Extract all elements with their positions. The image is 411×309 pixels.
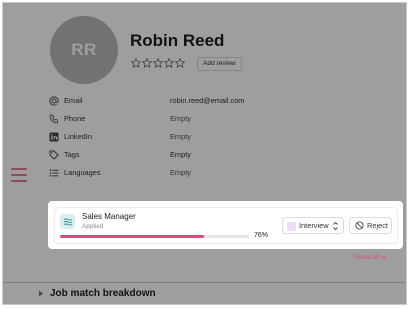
application-item[interactable]: Sales Manager Applied 76% Interview Reje…	[54, 207, 398, 244]
show-all-label: Show all	[354, 254, 379, 261]
chevron-down-icon	[381, 255, 387, 260]
reject-button[interactable]: Reject	[349, 217, 392, 234]
show-all-link[interactable]: Show all	[354, 254, 387, 261]
modal-overlay[interactable]	[3, 3, 406, 304]
match-progress-bar	[60, 235, 249, 238]
layers-icon	[63, 218, 72, 225]
job-icon	[60, 214, 75, 229]
stage-value: Interview	[299, 221, 329, 230]
ban-icon	[355, 221, 364, 230]
job-title: Sales Manager	[82, 212, 136, 221]
candidate-profile-window: RR Robin Reed Add review Email robin.ree…	[2, 2, 407, 305]
match-percentage: 76%	[254, 232, 269, 239]
match-progress-fill	[60, 235, 204, 238]
application-status: Applied	[82, 223, 104, 230]
reject-label: Reject	[367, 221, 388, 230]
stage-color-swatch	[287, 222, 296, 231]
stage-select[interactable]: Interview	[282, 217, 344, 234]
chevron-updown-icon	[333, 221, 338, 231]
application-card: Sales Manager Applied 76% Interview Reje…	[48, 201, 403, 249]
